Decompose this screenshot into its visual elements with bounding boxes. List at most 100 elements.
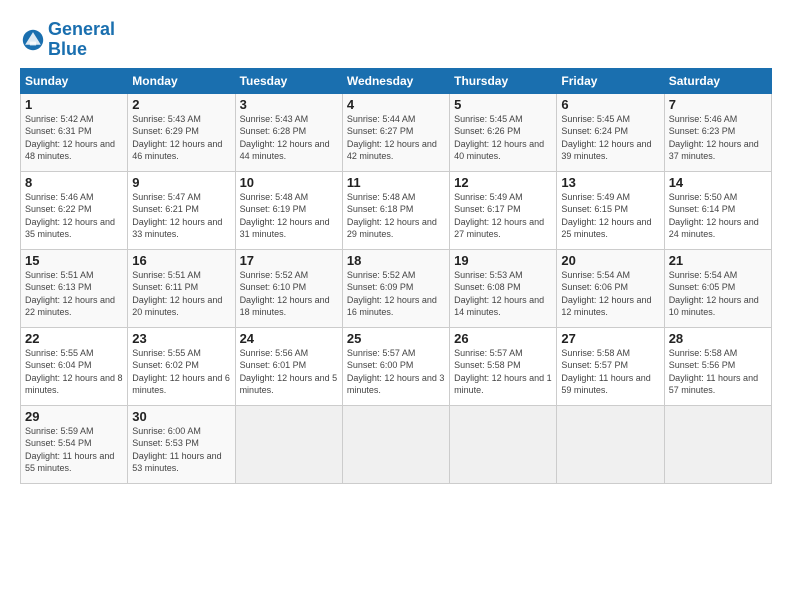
calendar-day-cell: 4 Sunrise: 5:44 AMSunset: 6:27 PMDaylight… xyxy=(342,93,449,171)
day-number: 14 xyxy=(669,175,767,190)
calendar-day-cell: 9 Sunrise: 5:47 AMSunset: 6:21 PMDaylight… xyxy=(128,171,235,249)
weekday-header-row: SundayMondayTuesdayWednesdayThursdayFrid… xyxy=(21,68,772,93)
calendar-day-cell: 20 Sunrise: 5:54 AMSunset: 6:06 PMDayligh… xyxy=(557,249,664,327)
day-detail: Sunrise: 5:49 AMSunset: 6:15 PMDaylight:… xyxy=(561,192,651,240)
calendar-day-cell xyxy=(664,405,771,483)
calendar-day-cell: 11 Sunrise: 5:48 AMSunset: 6:18 PMDayligh… xyxy=(342,171,449,249)
calendar-week-row: 15Sunrise: 5:51 AMSunset: 6:13 PMDayligh… xyxy=(21,249,772,327)
header: General Blue xyxy=(20,16,772,60)
calendar-day-cell: 2 Sunrise: 5:43 AMSunset: 6:29 PMDaylight… xyxy=(128,93,235,171)
calendar-week-row: 29 Sunrise: 5:59 AMSunset: 5:54 PMDayligh… xyxy=(21,405,772,483)
calendar-day-cell: 18 Sunrise: 5:52 AMSunset: 6:09 PMDayligh… xyxy=(342,249,449,327)
calendar-day-cell xyxy=(342,405,449,483)
day-detail: Sunrise: 5:43 AMSunset: 6:28 PMDaylight:… xyxy=(240,114,330,162)
calendar-day-cell: 19Sunrise: 5:53 AMSunset: 6:08 PMDayligh… xyxy=(450,249,557,327)
calendar-week-row: 8Sunrise: 5:46 AMSunset: 6:22 PMDaylight… xyxy=(21,171,772,249)
weekday-header-saturday: Saturday xyxy=(664,68,771,93)
calendar-day-cell: 6 Sunrise: 5:45 AMSunset: 6:24 PMDaylight… xyxy=(557,93,664,171)
day-detail: Sunrise: 5:45 AMSunset: 6:24 PMDaylight:… xyxy=(561,114,651,162)
day-number: 24 xyxy=(240,331,338,346)
calendar-day-cell: 7Sunrise: 5:46 AMSunset: 6:23 PMDaylight… xyxy=(664,93,771,171)
calendar-day-cell: 12 Sunrise: 5:49 AMSunset: 6:17 PMDayligh… xyxy=(450,171,557,249)
calendar-week-row: 1 Sunrise: 5:42 AMSunset: 6:31 PMDaylight… xyxy=(21,93,772,171)
day-detail: Sunrise: 5:51 AMSunset: 6:11 PMDaylight:… xyxy=(132,270,222,318)
day-number: 7 xyxy=(669,97,767,112)
weekday-header-sunday: Sunday xyxy=(21,68,128,93)
day-detail: Sunrise: 5:54 AMSunset: 6:05 PMDaylight:… xyxy=(669,270,759,318)
day-number: 8 xyxy=(25,175,123,190)
day-detail: Sunrise: 5:58 AMSunset: 5:57 PMDaylight:… xyxy=(561,348,650,396)
day-number: 27 xyxy=(561,331,659,346)
day-number: 9 xyxy=(132,175,230,190)
day-number: 12 xyxy=(454,175,552,190)
day-number: 1 xyxy=(25,97,123,112)
calendar-day-cell: 28Sunrise: 5:58 AMSunset: 5:56 PMDayligh… xyxy=(664,327,771,405)
day-number: 30 xyxy=(132,409,230,424)
day-detail: Sunrise: 5:50 AMSunset: 6:14 PMDaylight:… xyxy=(669,192,759,240)
calendar-day-cell xyxy=(557,405,664,483)
calendar-day-cell: 23 Sunrise: 5:55 AMSunset: 6:02 PMDayligh… xyxy=(128,327,235,405)
day-detail: Sunrise: 5:44 AMSunset: 6:27 PMDaylight:… xyxy=(347,114,437,162)
day-number: 18 xyxy=(347,253,445,268)
calendar-day-cell: 1 Sunrise: 5:42 AMSunset: 6:31 PMDaylight… xyxy=(21,93,128,171)
calendar-day-cell: 14 Sunrise: 5:50 AMSunset: 6:14 PMDayligh… xyxy=(664,171,771,249)
day-number: 4 xyxy=(347,97,445,112)
day-number: 2 xyxy=(132,97,230,112)
day-number: 19 xyxy=(454,253,552,268)
logo: General Blue xyxy=(20,20,115,60)
calendar-day-cell: 5 Sunrise: 5:45 AMSunset: 6:26 PMDaylight… xyxy=(450,93,557,171)
calendar-day-cell xyxy=(235,405,342,483)
day-detail: Sunrise: 5:49 AMSunset: 6:17 PMDaylight:… xyxy=(454,192,544,240)
calendar-day-cell: 22Sunrise: 5:55 AMSunset: 6:04 PMDayligh… xyxy=(21,327,128,405)
calendar-week-row: 22Sunrise: 5:55 AMSunset: 6:04 PMDayligh… xyxy=(21,327,772,405)
calendar-day-cell: 29 Sunrise: 5:59 AMSunset: 5:54 PMDayligh… xyxy=(21,405,128,483)
day-detail: Sunrise: 5:55 AMSunset: 6:04 PMDaylight:… xyxy=(25,348,123,396)
day-detail: Sunrise: 5:52 AMSunset: 6:10 PMDaylight:… xyxy=(240,270,330,318)
calendar-day-cell xyxy=(450,405,557,483)
calendar-day-cell: 17 Sunrise: 5:52 AMSunset: 6:10 PMDayligh… xyxy=(235,249,342,327)
day-detail: Sunrise: 5:57 AMSunset: 5:58 PMDaylight:… xyxy=(454,348,552,396)
day-detail: Sunrise: 5:45 AMSunset: 6:26 PMDaylight:… xyxy=(454,114,544,162)
weekday-header-wednesday: Wednesday xyxy=(342,68,449,93)
calendar-day-cell: 15Sunrise: 5:51 AMSunset: 6:13 PMDayligh… xyxy=(21,249,128,327)
weekday-header-monday: Monday xyxy=(128,68,235,93)
weekday-header-thursday: Thursday xyxy=(450,68,557,93)
calendar-day-cell: 21 Sunrise: 5:54 AMSunset: 6:05 PMDayligh… xyxy=(664,249,771,327)
day-detail: Sunrise: 5:48 AMSunset: 6:18 PMDaylight:… xyxy=(347,192,437,240)
day-number: 6 xyxy=(561,97,659,112)
weekday-header-tuesday: Tuesday xyxy=(235,68,342,93)
day-number: 11 xyxy=(347,175,445,190)
day-number: 16 xyxy=(132,253,230,268)
calendar-day-cell: 26Sunrise: 5:57 AMSunset: 5:58 PMDayligh… xyxy=(450,327,557,405)
day-number: 15 xyxy=(25,253,123,268)
day-detail: Sunrise: 5:52 AMSunset: 6:09 PMDaylight:… xyxy=(347,270,437,318)
day-detail: Sunrise: 5:43 AMSunset: 6:29 PMDaylight:… xyxy=(132,114,222,162)
day-detail: Sunrise: 5:47 AMSunset: 6:21 PMDaylight:… xyxy=(132,192,222,240)
day-number: 23 xyxy=(132,331,230,346)
day-detail: Sunrise: 5:42 AMSunset: 6:31 PMDaylight:… xyxy=(25,114,115,162)
day-detail: Sunrise: 5:55 AMSunset: 6:02 PMDaylight:… xyxy=(132,348,230,396)
calendar-day-cell: 13Sunrise: 5:49 AMSunset: 6:15 PMDayligh… xyxy=(557,171,664,249)
weekday-header-friday: Friday xyxy=(557,68,664,93)
day-number: 17 xyxy=(240,253,338,268)
day-number: 5 xyxy=(454,97,552,112)
day-number: 29 xyxy=(25,409,123,424)
calendar-day-cell: 30 Sunrise: 6:00 AMSunset: 5:53 PMDayligh… xyxy=(128,405,235,483)
logo-text: General Blue xyxy=(48,20,115,60)
calendar-day-cell: 10Sunrise: 5:48 AMSunset: 6:19 PMDayligh… xyxy=(235,171,342,249)
calendar-day-cell: 25Sunrise: 5:57 AMSunset: 6:00 PMDayligh… xyxy=(342,327,449,405)
day-detail: Sunrise: 6:00 AMSunset: 5:53 PMDaylight:… xyxy=(132,426,221,474)
day-detail: Sunrise: 5:59 AMSunset: 5:54 PMDaylight:… xyxy=(25,426,114,474)
day-detail: Sunrise: 5:56 AMSunset: 6:01 PMDaylight:… xyxy=(240,348,338,396)
calendar-day-cell: 3Sunrise: 5:43 AMSunset: 6:28 PMDaylight… xyxy=(235,93,342,171)
day-detail: Sunrise: 5:54 AMSunset: 6:06 PMDaylight:… xyxy=(561,270,651,318)
day-detail: Sunrise: 5:58 AMSunset: 5:56 PMDaylight:… xyxy=(669,348,758,396)
calendar-day-cell: 27 Sunrise: 5:58 AMSunset: 5:57 PMDayligh… xyxy=(557,327,664,405)
day-number: 20 xyxy=(561,253,659,268)
calendar-page: General Blue SundayMondayTuesdayWednesda… xyxy=(0,0,792,612)
calendar-day-cell: 8Sunrise: 5:46 AMSunset: 6:22 PMDaylight… xyxy=(21,171,128,249)
calendar-day-cell: 24 Sunrise: 5:56 AMSunset: 6:01 PMDayligh… xyxy=(235,327,342,405)
day-number: 25 xyxy=(347,331,445,346)
day-detail: Sunrise: 5:48 AMSunset: 6:19 PMDaylight:… xyxy=(240,192,330,240)
day-number: 21 xyxy=(669,253,767,268)
